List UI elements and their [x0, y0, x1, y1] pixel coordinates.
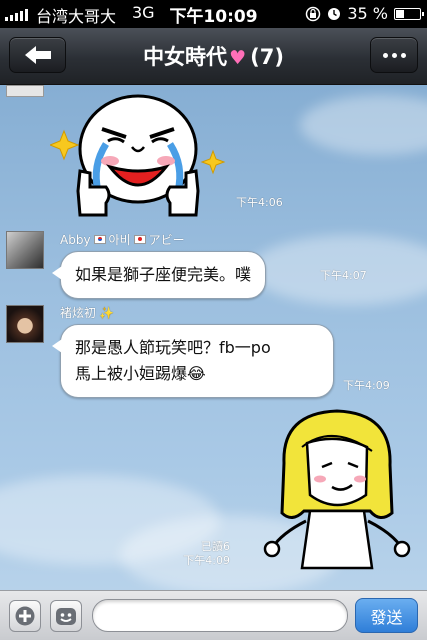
input-bar: 發送 [0, 590, 427, 640]
message-bubble[interactable]: 如果是獅子座便完美。噗 [51, 251, 267, 299]
more-options-button[interactable] [370, 37, 418, 73]
pink-heart-icon: ♥ [229, 47, 247, 69]
signal-strength-icon [5, 8, 28, 21]
status-right: 35 % [305, 4, 424, 23]
chat-header: 中女時代 ♥ (7) [0, 28, 427, 85]
back-button[interactable] [9, 37, 66, 73]
read-receipt: 已讀6 下午4:09 [183, 540, 230, 567]
rotation-lock-icon [306, 6, 321, 21]
korea-flag-icon [93, 235, 106, 244]
plus-icon [15, 606, 35, 626]
message-time: 下午4:07 [320, 269, 367, 282]
status-bar: 台湾大哥大 3G 下午10:09 35 % [0, 0, 427, 28]
attach-button[interactable] [9, 600, 41, 632]
message-bubble[interactable]: 那是愚人節玩笑吧？fb一po 馬上被小姮踢爆😂 [52, 324, 334, 398]
battery-percent: 35 % [347, 4, 388, 23]
avatar-sender[interactable] [6, 305, 44, 343]
more-icon [382, 52, 406, 58]
chat-area[interactable]: 下午4:06 Abby 아비 アビー 如果是獅子座便完美。噗 下午4:07 褚炫… [0, 85, 427, 590]
chat-title: 中女時代 ♥ (7) [80, 41, 347, 71]
message-line: 那是愚人節玩笑吧？fb一po [75, 338, 271, 357]
battery-icon [394, 7, 424, 20]
avatar-abby[interactable] [6, 231, 44, 269]
member-count: (7) [250, 45, 284, 69]
sender-name: Abby 아비 アビー [60, 232, 185, 248]
back-arrow-icon [24, 46, 51, 64]
network-type: 3G [132, 3, 155, 22]
send-button[interactable]: 發送 [355, 598, 418, 633]
sticker-crying-moon[interactable] [50, 91, 230, 226]
avatar[interactable] [6, 85, 44, 97]
message-input[interactable] [92, 599, 348, 632]
japan-flag-icon [133, 235, 146, 244]
emoticon-icon [56, 608, 76, 625]
message-text: 如果是獅子座便完美。噗 [75, 265, 252, 284]
alarm-clock-icon [328, 7, 341, 20]
message-time: 下午4:09 [343, 379, 390, 392]
message-line: 馬上被小姮踢爆😂 [75, 364, 206, 383]
sender-name: 褚炫初 ✨ [60, 305, 114, 321]
carrier-name: 台湾大哥大 [36, 7, 117, 26]
emoticon-button[interactable] [50, 600, 82, 632]
message-time: 下午4:06 [236, 196, 283, 209]
group-name: 中女時代 [143, 45, 228, 69]
sticker-blonde-character[interactable] [262, 403, 412, 573]
